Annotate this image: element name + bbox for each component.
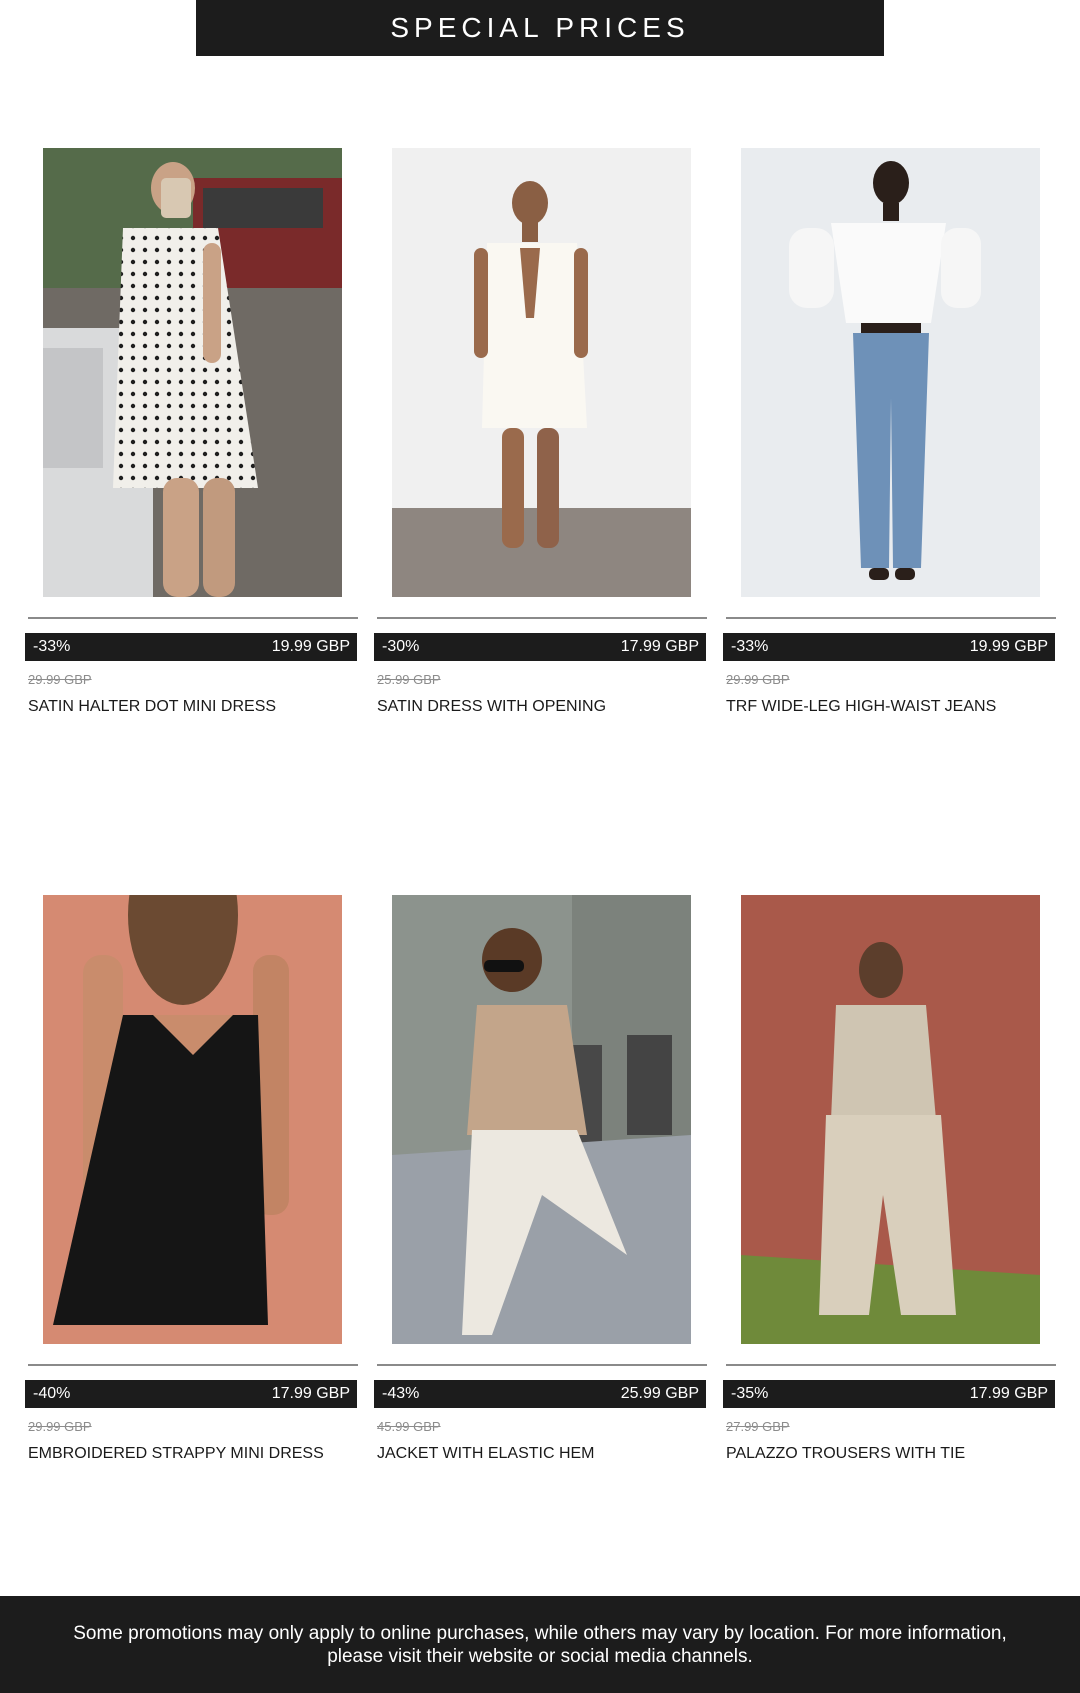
beige-jacket-photo: [392, 895, 691, 1344]
original-price: 29.99 GBP: [28, 1419, 92, 1434]
discount-badge: -33%: [33, 638, 71, 655]
divider: [726, 1364, 1056, 1366]
sale-price: 17.99 GBP: [620, 638, 699, 655]
discount-badge: -30%: [382, 638, 420, 655]
price-bar: -35% 17.99 GBP: [723, 1380, 1055, 1408]
product-name[interactable]: SATIN DRESS WITH OPENING: [377, 698, 606, 716]
price-bar: -33% 19.99 GBP: [723, 633, 1055, 661]
discount-badge: -35%: [731, 1385, 769, 1402]
original-price: 45.99 GBP: [377, 1419, 441, 1434]
sale-price: 19.99 GBP: [969, 638, 1048, 655]
sale-price: 17.99 GBP: [969, 1385, 1048, 1402]
product-image[interactable]: [43, 148, 342, 597]
palazzo-trousers-photo: [741, 895, 1040, 1344]
white-satin-dress-photo: [392, 148, 691, 597]
sale-price: 25.99 GBP: [620, 1385, 699, 1402]
product-name[interactable]: JACKET WITH ELASTIC HEM: [377, 1445, 595, 1463]
discount-badge: -43%: [382, 1385, 420, 1402]
divider: [377, 1364, 707, 1366]
product-name[interactable]: EMBROIDERED STRAPPY MINI DRESS: [28, 1445, 324, 1463]
product-image[interactable]: [741, 148, 1040, 597]
page-title: SPECIAL PRICES: [390, 12, 690, 43]
original-price: 29.99 GBP: [726, 672, 790, 687]
page-title-banner: SPECIAL PRICES: [196, 0, 884, 56]
footer-notice: Some promotions may only apply to online…: [73, 1622, 1007, 1667]
divider: [28, 1364, 358, 1366]
original-price: 29.99 GBP: [28, 672, 92, 687]
product-name[interactable]: TRF WIDE-LEG HIGH-WAIST JEANS: [726, 698, 996, 716]
sale-price: 17.99 GBP: [271, 1385, 350, 1402]
discount-badge: -40%: [33, 1385, 71, 1402]
wide-leg-jeans-photo: [741, 148, 1040, 597]
price-bar: -30% 17.99 GBP: [374, 633, 706, 661]
divider: [377, 617, 707, 619]
polka-dot-halter-dress-photo: [43, 148, 342, 597]
product-name[interactable]: SATIN HALTER DOT MINI DRESS: [28, 698, 276, 716]
discount-badge: -33%: [731, 638, 769, 655]
product-image[interactable]: [43, 895, 342, 1344]
divider: [28, 617, 358, 619]
product-name[interactable]: PALAZZO TROUSERS WITH TIE: [726, 1445, 965, 1463]
original-price: 25.99 GBP: [377, 672, 441, 687]
black-strappy-dress-photo: [43, 895, 342, 1344]
price-bar: -43% 25.99 GBP: [374, 1380, 706, 1408]
footer-notice-banner: Some promotions may only apply to online…: [0, 1596, 1080, 1693]
price-bar: -40% 17.99 GBP: [25, 1380, 357, 1408]
sale-price: 19.99 GBP: [271, 638, 350, 655]
product-image[interactable]: [741, 895, 1040, 1344]
price-bar: -33% 19.99 GBP: [25, 633, 357, 661]
divider: [726, 617, 1056, 619]
product-image[interactable]: [392, 148, 691, 597]
product-image[interactable]: [392, 895, 691, 1344]
original-price: 27.99 GBP: [726, 1419, 790, 1434]
